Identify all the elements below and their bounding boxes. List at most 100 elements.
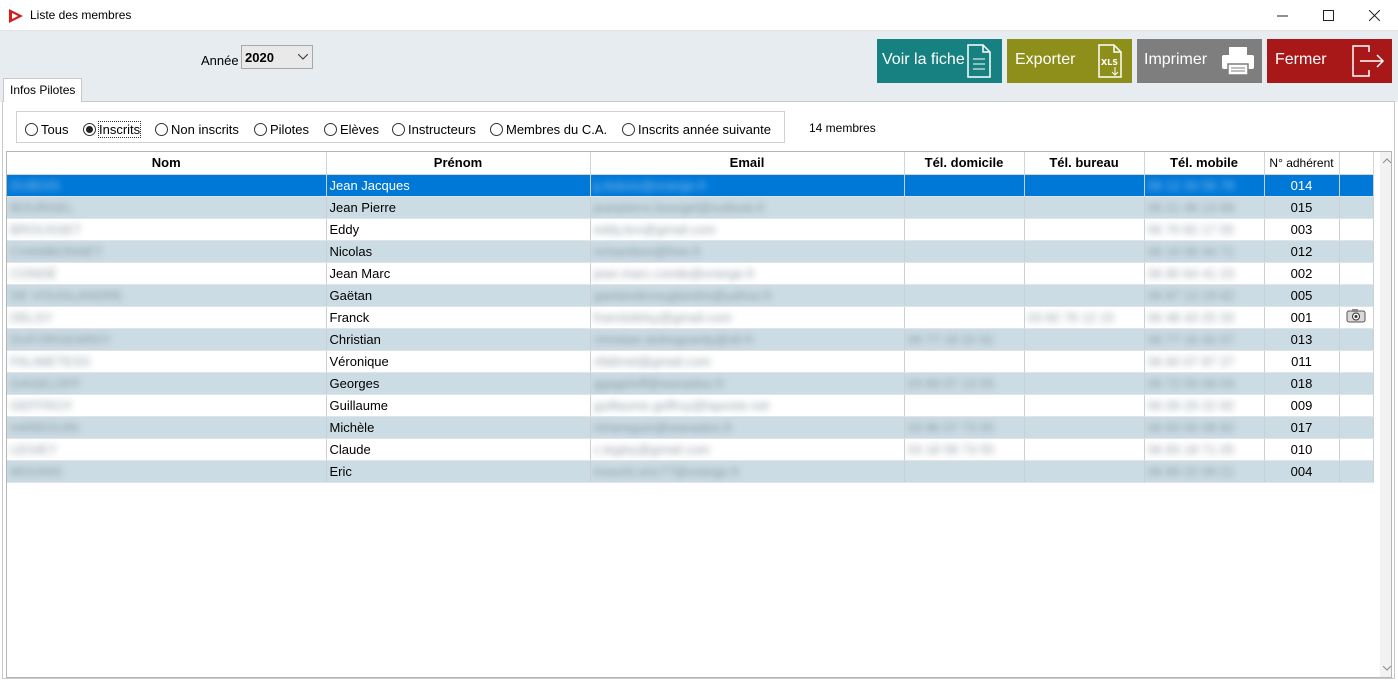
radio-inscrits[interactable]: Inscrits xyxy=(83,121,142,138)
voir-fiche-label: Voir la fiche xyxy=(882,51,965,68)
cell-adherent-value: 014 xyxy=(1290,177,1313,193)
cell-photo xyxy=(1339,218,1374,241)
table-row[interactable]: GEFFROY Guillaume guillaume.geffroy@lapost… xyxy=(7,394,1374,417)
minimize-button[interactable] xyxy=(1259,0,1305,31)
radio-label: Instructeurs xyxy=(408,122,476,137)
close-button[interactable] xyxy=(1351,0,1397,31)
cell-tel-mobile: 06 12 34 56 78 xyxy=(1144,174,1265,197)
table-row[interactable]: DUFORGEARDY Christian christian.duforgeard… xyxy=(7,328,1374,351)
camera-icon[interactable] xyxy=(1346,309,1366,326)
table-row[interactable]: CHAMBONNET Nicolas nchambon@free.fr 06 19 5… xyxy=(7,240,1374,263)
table-row[interactable]: FALIMETESS Véronique vfalimet@gmail.com 06 … xyxy=(7,350,1374,373)
cell-prenom: Eric xyxy=(326,460,591,483)
cell-tel-domicile xyxy=(904,350,1025,373)
radio-membres-ca[interactable]: Membres du C.A. xyxy=(490,122,607,137)
cell-tel-domicile-value: 03 89 07 13 55 xyxy=(907,375,995,391)
cell-tel-bureau xyxy=(1024,394,1145,417)
col-header-email[interactable]: Email xyxy=(590,152,905,175)
cell-nom-value: GAGELOFF xyxy=(10,375,81,391)
cell-adherent: 013 xyxy=(1264,328,1340,351)
year-label: Année xyxy=(201,53,239,68)
cell-nom-value: CONDÉ xyxy=(10,265,57,281)
table-row[interactable]: DELSY Franck franckdelsy@gmail.com 03 82 76… xyxy=(7,306,1374,329)
cell-tel-mobile-value: 06 80 64 41 23 xyxy=(1147,265,1235,281)
voir-fiche-button[interactable]: Voir la fiche xyxy=(877,39,1002,83)
table-row[interactable]: LEGIEY Claude c.legiey@gmail.com 03 18 58 7… xyxy=(7,438,1374,461)
cell-nom: BOURGEL xyxy=(7,196,327,219)
cell-tel-mobile: 06 09 29 22 92 xyxy=(1144,394,1265,417)
cell-tel-domicile xyxy=(904,174,1025,197)
col-header-photo[interactable] xyxy=(1339,152,1374,175)
table-row[interactable]: BOURGEL Jean Pierre jeanpierre.bourgel@out… xyxy=(7,196,1374,219)
table-row[interactable]: MOUNIS Eric mounis.eric77@orange.fr 06 89 2… xyxy=(7,460,1374,483)
cell-photo xyxy=(1339,196,1374,219)
table-row[interactable]: BROUSSET Eddy eddy.bro@gmail.com 06 70 82 1… xyxy=(7,218,1374,241)
year-select[interactable]: 2020 xyxy=(241,45,313,69)
scroll-down-icon[interactable] xyxy=(1380,662,1391,675)
cell-prenom: Jean Pierre xyxy=(326,196,591,219)
cell-adherent-value: 010 xyxy=(1290,441,1313,457)
cell-nom: HAREGUIN xyxy=(7,416,327,439)
radio-instructeurs[interactable]: Instructeurs xyxy=(392,122,476,137)
cell-email: eddy.bro@gmail.com xyxy=(590,218,905,241)
cell-nom: MOUNIS xyxy=(7,460,327,483)
maximize-button[interactable] xyxy=(1305,0,1351,31)
cell-tel-mobile-value: 06 70 82 17 55 xyxy=(1147,221,1235,237)
cell-adherent: 012 xyxy=(1264,240,1340,263)
scroll-up-icon[interactable] xyxy=(1380,154,1391,167)
radio-tous[interactable]: Tous xyxy=(25,122,68,137)
cell-prenom: Gaëtan xyxy=(326,284,591,307)
cell-tel-mobile: 06 83 18 71 05 xyxy=(1144,438,1265,461)
table-row[interactable]: DUBOIS Jean Jacques jj.dubois@orange.fr 06 … xyxy=(7,174,1374,197)
cell-email: nchambon@free.fr xyxy=(590,240,905,263)
radio-non-inscrits[interactable]: Non inscrits xyxy=(155,122,239,137)
cell-email: vfalimet@gmail.com xyxy=(590,350,905,373)
cell-tel-mobile: 06 83 00 08 82 xyxy=(1144,416,1265,439)
exporter-button[interactable]: Exporter XLS xyxy=(1007,39,1132,83)
cell-nom-value: DUBOIS xyxy=(10,177,60,193)
members-table: Nom Prénom Email Tél. domicile Tél. bure… xyxy=(7,152,1374,483)
cell-tel-mobile: 06 60 07 87 27 xyxy=(1144,350,1265,373)
table-row[interactable]: GAGELOFF Georges ggageloff@wanadoo.fr 03 89… xyxy=(7,372,1374,395)
cell-photo xyxy=(1339,394,1374,417)
cell-nom: FALIMETESS xyxy=(7,350,327,373)
cell-prenom: Jean Jacques xyxy=(326,174,591,197)
printer-icon xyxy=(1221,46,1255,81)
cell-email: c.legiey@gmail.com xyxy=(590,438,905,461)
radio-pilotes[interactable]: Pilotes xyxy=(254,122,309,137)
cell-tel-domicile xyxy=(904,284,1025,307)
radio-label: Non inscrits xyxy=(171,122,239,137)
cell-tel-domicile: 09 77 18 22 91 xyxy=(904,328,1025,351)
cell-prenom-value: Jean Jacques xyxy=(329,177,410,193)
cell-email: ggageloff@wanadoo.fr xyxy=(590,372,905,395)
imprimer-button[interactable]: Imprimer xyxy=(1137,39,1262,83)
table-row[interactable]: DE VOUGLANDRE Gaëtan gaetandevouglandre@ya… xyxy=(7,284,1374,307)
cell-nom: LEGIEY xyxy=(7,438,327,461)
cell-tel-domicile xyxy=(904,218,1025,241)
col-header-tel-domicile[interactable]: Tél. domicile xyxy=(904,152,1025,175)
tab-infos-pilotes[interactable]: Infos Pilotes xyxy=(3,78,83,102)
cell-prenom-value: Franck xyxy=(329,309,370,325)
radio-inscrits-annee-suivante[interactable]: Inscrits année suivante xyxy=(622,122,771,137)
cell-nom: CONDÉ xyxy=(7,262,327,285)
col-header-prenom[interactable]: Prénom xyxy=(326,152,591,175)
col-header-tel-mobile[interactable]: Tél. mobile xyxy=(1144,152,1265,175)
radio-label: Inscrits xyxy=(97,121,142,138)
cell-email-value: christian.duforgeardy@sfr.fr xyxy=(593,331,754,347)
cell-email-value: c.legiey@gmail.com xyxy=(593,441,711,457)
cell-email: jeanpierre.bourgel@outlook.fr xyxy=(590,196,905,219)
cell-prenom-value: Gaëtan xyxy=(329,287,373,303)
cell-email-value: mounis.eric77@orange.fr xyxy=(593,463,740,479)
radio-eleves[interactable]: Elèves xyxy=(324,122,379,137)
table-row[interactable]: HAREGUIN Michèle mhareguin@wanadoo.fr 03 86… xyxy=(7,416,1374,439)
col-header-tel-bureau[interactable]: Tél. bureau xyxy=(1024,152,1145,175)
radio-label: Pilotes xyxy=(270,122,310,137)
exit-icon xyxy=(1351,44,1385,83)
col-header-nom[interactable]: Nom xyxy=(7,152,327,175)
fermer-button[interactable]: Fermer xyxy=(1267,39,1392,83)
table-row[interactable]: CONDÉ Jean Marc jean.marc.conde@orange.fr 0… xyxy=(7,262,1374,285)
vertical-scrollbar[interactable] xyxy=(1380,152,1391,677)
cell-email-value: jean.marc.conde@orange.fr xyxy=(593,265,755,281)
col-header-adherent[interactable]: N° adhérent xyxy=(1264,152,1340,175)
cell-adherent-value: 015 xyxy=(1290,199,1313,215)
